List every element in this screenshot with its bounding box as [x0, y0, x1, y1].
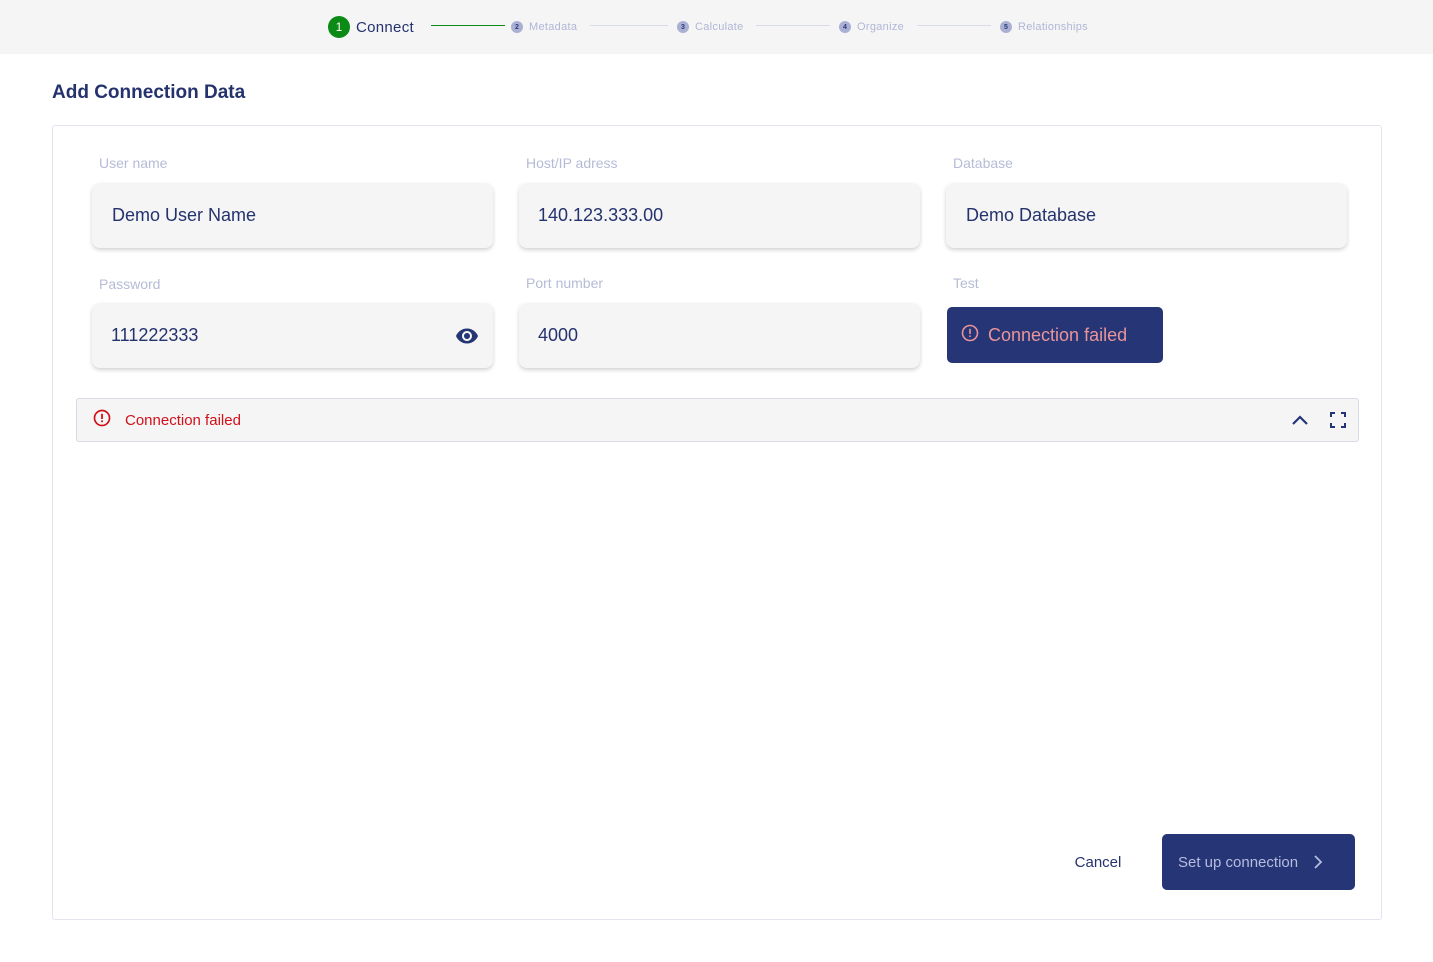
alert-actions — [1290, 409, 1348, 431]
progress-stepper: 1 Connect 2 Metadata 3 Calculate 4 Organ… — [0, 0, 1433, 54]
set-up-connection-button[interactable]: Set up connection — [1162, 834, 1355, 890]
set-up-connection-label: Set up connection — [1178, 853, 1299, 871]
step-connector — [917, 25, 991, 26]
step-number: 2 — [511, 21, 523, 33]
port-field-wrapper — [519, 303, 920, 368]
test-connection-button[interactable]: Connection failed — [947, 307, 1163, 363]
error-alert-bar: Connection failed — [76, 398, 1359, 442]
eye-icon[interactable] — [455, 324, 479, 348]
step-number: 3 — [677, 21, 689, 33]
step-label: Organize — [857, 21, 905, 33]
connection-form-card: User name Host/IP adress Database Passwo… — [52, 125, 1382, 920]
cancel-button[interactable]: Cancel — [1063, 836, 1133, 888]
user-name-field-wrapper — [92, 183, 493, 248]
step-connector — [590, 25, 668, 26]
database-input[interactable] — [966, 205, 1333, 226]
step-number: 1 — [328, 16, 350, 38]
host-input[interactable] — [538, 205, 906, 226]
step-relationships[interactable]: 5 Relationships — [1000, 0, 1088, 54]
alert-message: Connection failed — [125, 411, 241, 429]
password-input[interactable] — [111, 325, 455, 346]
step-connector — [431, 25, 505, 26]
step-number: 4 — [839, 21, 851, 33]
password-label: Password — [99, 276, 161, 292]
database-field-wrapper — [946, 183, 1347, 248]
step-connect[interactable]: 1 Connect — [328, 0, 414, 54]
step-label: Metadata — [529, 21, 578, 33]
user-name-label: User name — [99, 155, 168, 171]
step-label: Relationships — [1018, 21, 1088, 33]
password-field-wrapper — [92, 303, 493, 368]
user-name-input[interactable] — [112, 205, 479, 226]
page-title: Add Connection Data — [52, 82, 246, 103]
host-field-wrapper — [519, 183, 920, 248]
chevron-up-icon[interactable] — [1290, 409, 1310, 431]
chevron-right-icon — [1312, 854, 1324, 870]
step-connector — [756, 25, 830, 26]
step-organize[interactable]: 4 Organize — [839, 0, 904, 54]
step-calculate[interactable]: 3 Calculate — [677, 0, 744, 54]
alert-circle-icon — [93, 409, 111, 432]
database-label: Database — [953, 155, 1013, 171]
port-label: Port number — [526, 275, 604, 291]
alert-circle-icon — [961, 324, 979, 347]
step-metadata[interactable]: 2 Metadata — [511, 0, 577, 54]
step-number: 5 — [1000, 21, 1012, 33]
fullscreen-icon[interactable] — [1328, 409, 1348, 431]
test-button-label: Connection failed — [988, 324, 1128, 345]
host-label: Host/IP adress — [526, 155, 618, 171]
port-input[interactable] — [538, 325, 906, 346]
step-label: Connect — [356, 18, 414, 36]
step-label: Calculate — [695, 21, 744, 33]
test-label: Test — [953, 275, 979, 291]
